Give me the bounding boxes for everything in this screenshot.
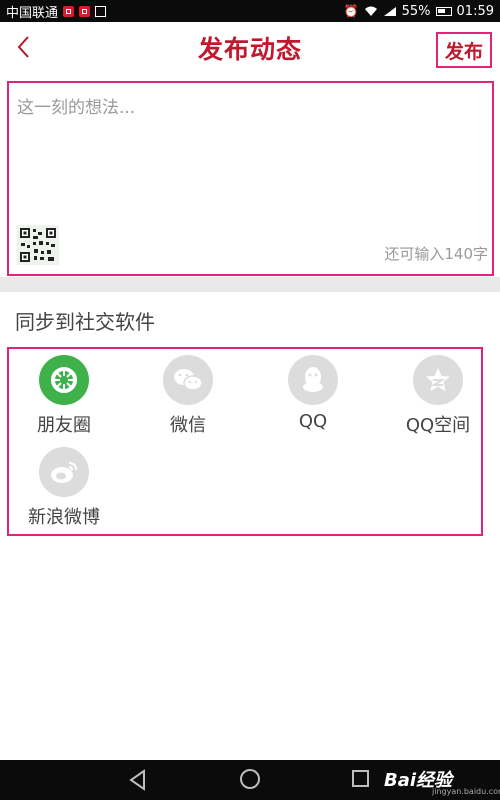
section-divider — [0, 277, 500, 292]
qr-code-icon[interactable] — [17, 225, 59, 265]
share-label: QQ空间 — [405, 415, 471, 436]
share-grid: 朋友圈 微信 QQ QQ空间 新浪微博 — [7, 347, 483, 536]
share-label: 微信 — [170, 415, 206, 436]
notification-icon — [63, 5, 75, 17]
share-item-qzone[interactable]: QQ空间 — [388, 355, 488, 437]
nav-recent-icon[interactable] — [352, 770, 369, 787]
compose-box[interactable]: 这一刻的想法... 还可输入140字 — [7, 81, 494, 276]
status-right: ⏰ 55% 01:59 — [344, 4, 494, 19]
image-icon — [95, 5, 107, 17]
weibo-icon — [39, 447, 89, 497]
nav-back-icon[interactable] — [128, 769, 148, 791]
share-label: 新浪微博 — [28, 507, 100, 528]
signal-icon — [383, 6, 396, 16]
battery-icon — [435, 6, 452, 16]
share-item-moments[interactable]: 朋友圈 — [14, 355, 114, 437]
share-label: QQ — [298, 411, 328, 432]
nav-bar: Bai经验 — [0, 760, 500, 800]
battery-percent: 55% — [401, 3, 431, 19]
nav-home-icon[interactable] — [240, 769, 260, 789]
qq-icon — [288, 355, 338, 405]
share-label: 朋友圈 — [37, 415, 91, 436]
clock: 01:59 — [456, 3, 494, 19]
share-item-weibo[interactable]: 新浪微博 — [14, 447, 114, 529]
publish-button[interactable]: 发布 — [436, 32, 492, 68]
watermark-url: jingyan.baidu.com — [432, 787, 500, 796]
share-item-qq[interactable]: QQ — [263, 355, 363, 432]
wechat-icon — [163, 355, 213, 405]
share-section-title: 同步到社交软件 — [15, 310, 155, 334]
alarm-icon: ⏰ — [343, 4, 359, 18]
compose-placeholder[interactable]: 这一刻的想法... — [17, 93, 135, 118]
notification-icon — [79, 5, 91, 17]
status-left: 中国联通 — [6, 2, 107, 21]
header: 发布动态 发布 — [0, 22, 500, 74]
page-title: 发布动态 — [197, 35, 302, 64]
qzone-icon — [413, 355, 463, 405]
carrier-label: 中国联通 — [6, 5, 59, 21]
moments-icon — [39, 355, 89, 405]
wifi-icon — [364, 6, 377, 16]
share-item-wechat[interactable]: 微信 — [138, 355, 238, 437]
status-bar: 中国联通 ⏰ 55% 01:59 — [0, 0, 500, 22]
remaining-chars: 还可输入140字 — [384, 245, 488, 263]
